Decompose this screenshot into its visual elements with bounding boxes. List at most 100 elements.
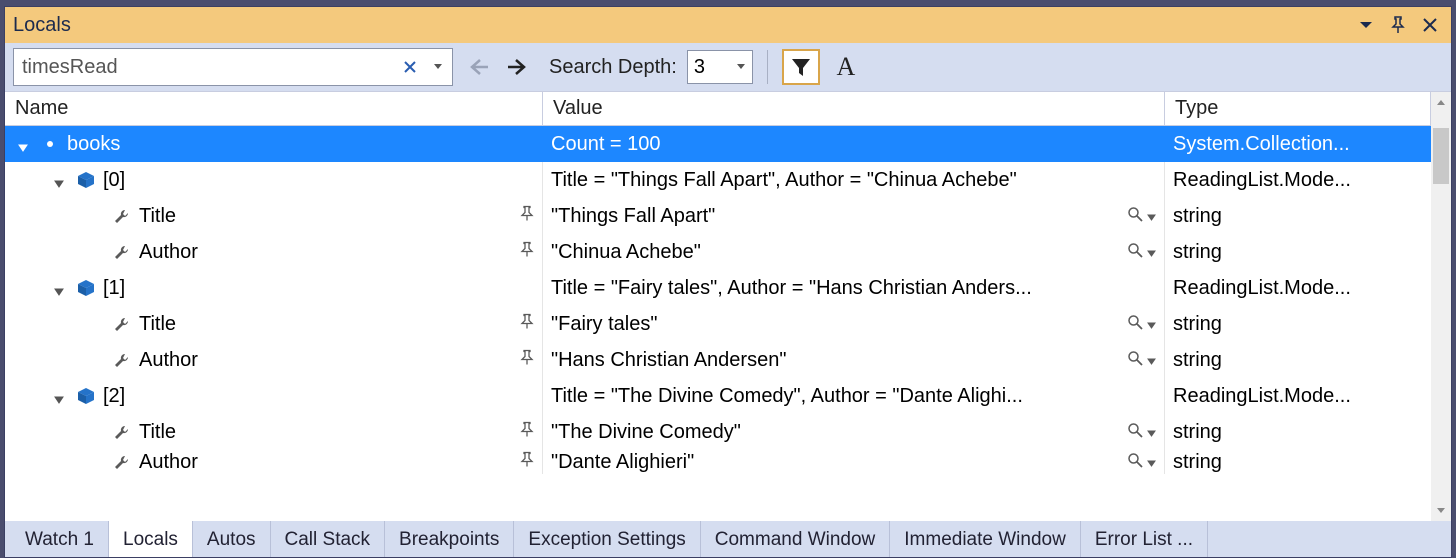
tab-breakpoints[interactable]: Breakpoints — [385, 521, 514, 557]
text-format-button[interactable]: A — [830, 51, 862, 83]
clear-search-button[interactable] — [396, 51, 424, 83]
pin-icon[interactable] — [520, 421, 534, 444]
row-value: "Chinua Achebe" — [551, 241, 701, 264]
tree-row[interactable]: Title"Fairy tales"string — [5, 306, 1431, 342]
tab-locals[interactable]: Locals — [109, 521, 193, 557]
expander-toggle[interactable] — [53, 388, 69, 404]
scroll-down-button[interactable] — [1431, 501, 1451, 521]
scroll-thumb[interactable] — [1433, 128, 1449, 184]
pin-icon[interactable] — [520, 313, 534, 336]
search-depth-select[interactable]: 3 — [687, 50, 753, 84]
row-name: Title — [139, 421, 176, 444]
expander-placeholder — [89, 454, 105, 470]
locals-panel: Locals Search Depth: 3 — [4, 6, 1452, 558]
row-type: ReadingList.Mode... — [1173, 277, 1351, 300]
row-type: System.Collection... — [1173, 133, 1350, 156]
filter-button[interactable] — [782, 49, 820, 85]
visualizer-button[interactable] — [1127, 205, 1143, 228]
wrench-icon — [111, 313, 133, 335]
grid-header: Name Value Type — [5, 92, 1431, 126]
search-dropdown-button[interactable] — [424, 51, 452, 83]
row-type: string — [1173, 349, 1222, 372]
expander-placeholder — [89, 244, 105, 260]
pin-icon[interactable] — [520, 205, 534, 228]
row-type: string — [1173, 241, 1222, 264]
tree-row[interactable]: [1]Title = "Fairy tales", Author = "Hans… — [5, 270, 1431, 306]
search-next-button[interactable] — [503, 52, 533, 82]
tree-row[interactable]: Title "The Divine Comedy" string — [5, 414, 1431, 450]
visualizer-dropdown[interactable] — [1147, 421, 1156, 444]
row-type: ReadingList.Mode... — [1173, 169, 1351, 192]
visualizer-dropdown[interactable] — [1147, 313, 1156, 336]
close-panel-button[interactable] — [1417, 12, 1443, 38]
tree-row[interactable]: Author "Chinua Achebe" string — [5, 234, 1431, 270]
column-header-value[interactable]: Value — [543, 92, 1165, 125]
tab-command-window[interactable]: Command Window — [701, 521, 891, 557]
tab-exception-settings[interactable]: Exception Settings — [514, 521, 700, 557]
expander-toggle[interactable] — [53, 280, 69, 296]
pin-icon[interactable] — [520, 349, 534, 372]
visualizer-dropdown[interactable] — [1147, 241, 1156, 264]
object-icon — [75, 385, 97, 407]
search-input[interactable] — [14, 52, 396, 83]
wrench-icon — [111, 205, 133, 227]
pin-window-button[interactable] — [1385, 12, 1411, 38]
row-type: string — [1173, 421, 1222, 444]
row-name: Title — [139, 205, 176, 228]
row-type: ReadingList.Mode... — [1173, 385, 1351, 408]
tab-autos[interactable]: Autos — [193, 521, 271, 557]
visualizer-dropdown[interactable] — [1147, 205, 1156, 228]
row-value: Title = "The Divine Comedy", Author = "D… — [551, 385, 1023, 408]
row-value: "Fairy tales" — [551, 313, 657, 336]
wrench-icon — [111, 241, 133, 263]
search-depth-label: Search Depth: — [549, 56, 677, 79]
row-value: "Things Fall Apart" — [551, 205, 715, 228]
row-name: [0] — [103, 169, 125, 192]
visualizer-button[interactable] — [1127, 313, 1143, 336]
expander-toggle[interactable] — [53, 172, 69, 188]
row-name: Author — [139, 241, 198, 264]
toolbar-separator — [767, 50, 768, 84]
visualizer-button[interactable] — [1127, 451, 1143, 474]
tab-error-list[interactable]: Error List ... — [1081, 521, 1208, 557]
row-value: "Dante Alighieri" — [551, 451, 694, 474]
tree-row[interactable]: booksCount = 100System.Collection... — [5, 126, 1431, 162]
tab-immediate-window[interactable]: Immediate Window — [890, 521, 1081, 557]
object-icon — [75, 169, 97, 191]
window-options-button[interactable] — [1353, 12, 1379, 38]
row-name: books — [67, 133, 120, 156]
expander-placeholder — [89, 424, 105, 440]
visualizer-dropdown[interactable] — [1147, 451, 1156, 474]
tree-row[interactable]: [0]Title = "Things Fall Apart", Author =… — [5, 162, 1431, 198]
object-icon — [39, 133, 61, 155]
tree-row[interactable]: [2] Title = "The Divine Comedy", Author =… — [5, 378, 1431, 414]
visualizer-dropdown[interactable] — [1147, 349, 1156, 372]
pin-icon[interactable] — [520, 451, 534, 474]
scroll-up-button[interactable] — [1431, 92, 1451, 112]
visualizer-button[interactable] — [1127, 241, 1143, 264]
panel-titlebar: Locals — [5, 7, 1451, 43]
object-icon — [75, 277, 97, 299]
column-header-name[interactable]: Name — [5, 92, 543, 125]
visualizer-button[interactable] — [1127, 349, 1143, 372]
bottom-tabs: Watch 1LocalsAutosCall StackBreakpointsE… — [5, 521, 1451, 557]
panel-title: Locals — [13, 14, 1347, 37]
row-type: string — [1173, 451, 1222, 474]
vertical-scrollbar[interactable] — [1431, 92, 1451, 521]
grid-container: Name Value Type booksCount = 100System.C… — [5, 91, 1451, 521]
expander-toggle[interactable] — [17, 136, 33, 152]
pin-icon[interactable] — [520, 241, 534, 264]
tab-call-stack[interactable]: Call Stack — [271, 521, 386, 557]
row-name: [2] — [103, 385, 125, 408]
row-name: [1] — [103, 277, 125, 300]
search-prev-button[interactable] — [463, 52, 493, 82]
tab-watch-1[interactable]: Watch 1 — [11, 521, 109, 557]
column-header-type[interactable]: Type — [1165, 92, 1431, 125]
tree-row[interactable]: Author"Dante Alighieri"string — [5, 450, 1431, 474]
expander-placeholder — [89, 352, 105, 368]
row-value: "The Divine Comedy" — [551, 421, 741, 444]
visualizer-button[interactable] — [1127, 421, 1143, 444]
tree-row[interactable]: Author"Hans Christian Andersen"string — [5, 342, 1431, 378]
tree-row[interactable]: Title"Things Fall Apart"string — [5, 198, 1431, 234]
wrench-icon — [111, 451, 133, 473]
